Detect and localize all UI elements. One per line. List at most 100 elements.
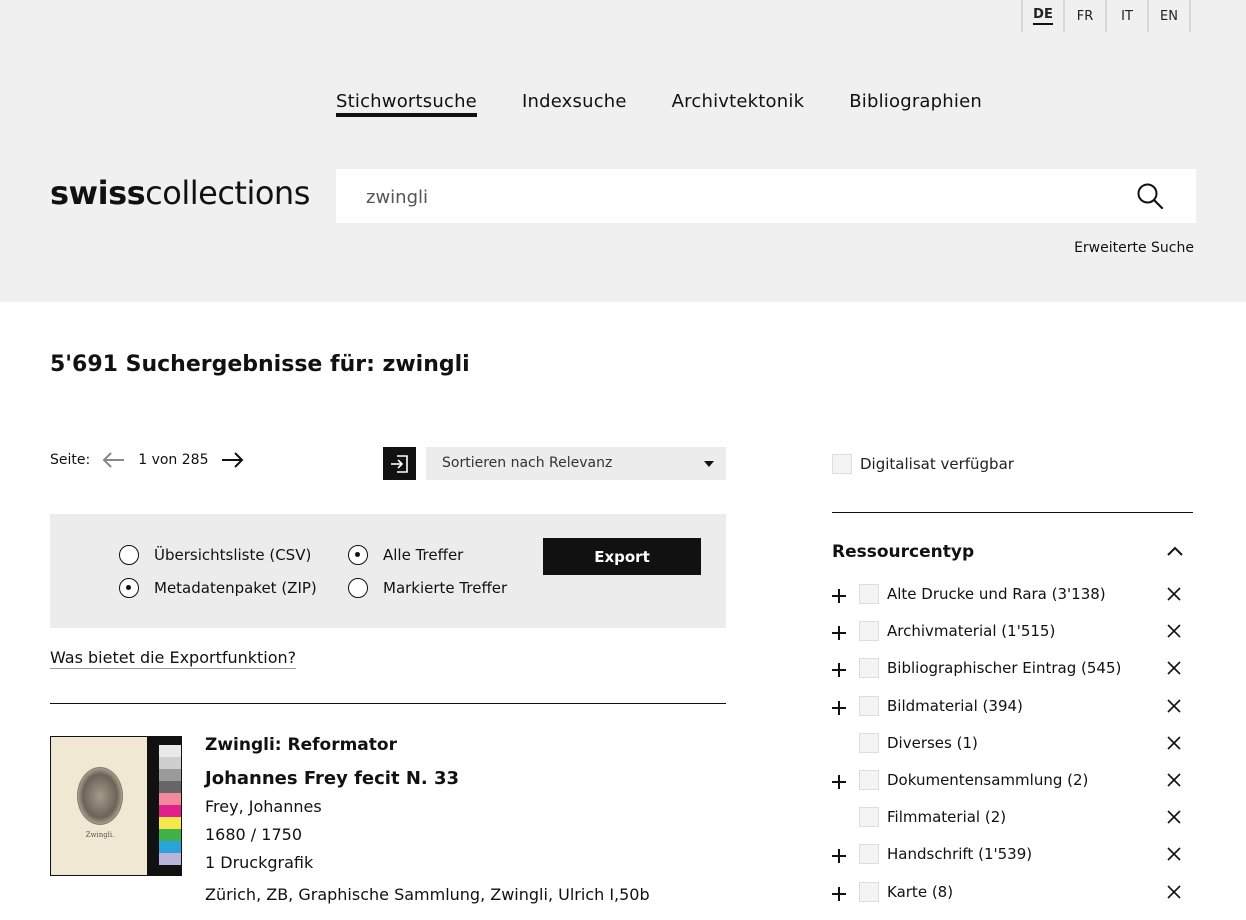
facet-label-text: Handschrift bbox=[887, 845, 974, 864]
facet-item[interactable]: Bibliographischer Eintrag (545) bbox=[830, 652, 1193, 689]
site-logo[interactable]: swisscollections bbox=[50, 174, 310, 212]
export-option-csv[interactable]: Übersichtsliste (CSV) bbox=[119, 545, 311, 565]
export-toggle-button[interactable] bbox=[383, 447, 416, 480]
search-input[interactable] bbox=[366, 183, 1126, 211]
lang-en[interactable]: EN bbox=[1149, 0, 1191, 32]
facet-item[interactable]: Dokumentensammlung (2) bbox=[830, 764, 1193, 801]
facet-checkbox[interactable] bbox=[859, 844, 879, 865]
radio-csv[interactable] bbox=[119, 545, 139, 565]
facet-checkbox[interactable] bbox=[859, 621, 879, 642]
result-author: Frey, Johannes bbox=[205, 797, 322, 816]
page-info: 1 von 285 bbox=[138, 452, 209, 468]
facet-label: Bildmaterial (394) bbox=[887, 697, 1023, 715]
close-icon[interactable] bbox=[1166, 809, 1182, 825]
facet-count: (394) bbox=[982, 696, 1023, 715]
nav-stichwortsuche[interactable]: Stichwortsuche bbox=[336, 91, 477, 117]
sort-select[interactable]: Sortieren nach Relevanz bbox=[426, 447, 726, 480]
result-title[interactable]: Zwingli: Reformator bbox=[205, 735, 650, 761]
export-help-link[interactable]: Was bietet die Exportfunktion? bbox=[50, 648, 297, 669]
facet-label: Bibliographischer Eintrag (545) bbox=[887, 659, 1121, 677]
chevron-down-icon bbox=[704, 461, 714, 467]
facet-checkbox[interactable] bbox=[859, 881, 879, 902]
nav-archivtektonik[interactable]: Archivtektonik bbox=[672, 91, 805, 117]
lang-fr[interactable]: FR bbox=[1065, 0, 1107, 32]
result-thumbnail[interactable]: Zwingli. bbox=[50, 736, 182, 876]
facet-label-text: Bibliographischer Eintrag bbox=[887, 659, 1077, 678]
facet-count: (3'138) bbox=[1051, 585, 1106, 603]
next-page-icon[interactable] bbox=[220, 452, 244, 468]
site-header: DE FR IT EN Stichwortsuche Indexsuche Ar… bbox=[0, 0, 1246, 302]
facet-count: (1'539) bbox=[978, 845, 1033, 864]
facet-item[interactable]: Alte Drucke und Rara (3'138) bbox=[830, 578, 1193, 615]
result-extent: 1 Druckgrafik bbox=[205, 853, 314, 872]
plus-icon[interactable] bbox=[830, 885, 848, 903]
close-icon[interactable] bbox=[1166, 698, 1182, 714]
nav-indexsuche[interactable]: Indexsuche bbox=[522, 91, 627, 117]
export-option-zip[interactable]: Metadatenpaket (ZIP) bbox=[119, 578, 317, 598]
facet-item[interactable]: Diverses (1) bbox=[830, 727, 1193, 764]
radio-all[interactable] bbox=[348, 545, 368, 565]
digital-available-checkbox[interactable] bbox=[832, 454, 852, 474]
portrait-image bbox=[77, 767, 123, 825]
facet-item[interactable]: Karte (8) bbox=[830, 876, 1193, 913]
facet-item[interactable]: Filmmaterial (2) bbox=[830, 801, 1193, 838]
facet-label-text: Bildmaterial bbox=[887, 696, 978, 715]
result-date: 1680 / 1750 bbox=[205, 825, 302, 844]
facet-checkbox[interactable] bbox=[859, 584, 879, 604]
pagination: Seite: 1 von 285 bbox=[50, 452, 256, 468]
close-icon[interactable] bbox=[1166, 735, 1182, 751]
facet-label: Diverses (1) bbox=[887, 734, 978, 752]
facet-label-text: Diverses bbox=[887, 733, 952, 752]
result-subtitle[interactable]: Johannes Frey fecit N. 33 bbox=[205, 761, 650, 793]
facet-label-text: Archivmaterial bbox=[887, 622, 997, 641]
facet-count: (2) bbox=[1067, 770, 1089, 789]
radio-zip[interactable] bbox=[119, 578, 139, 598]
lang-it[interactable]: IT bbox=[1107, 0, 1149, 32]
facet-label: Handschrift (1'539) bbox=[887, 845, 1032, 863]
close-icon[interactable] bbox=[1166, 884, 1182, 900]
export-button[interactable]: Export bbox=[543, 538, 701, 575]
facet-label-text: Filmmaterial bbox=[887, 808, 981, 827]
facet-checkbox[interactable] bbox=[859, 769, 879, 790]
plus-icon[interactable] bbox=[830, 773, 848, 791]
export-scope-all[interactable]: Alle Treffer bbox=[348, 545, 463, 565]
facet-checkbox[interactable] bbox=[859, 732, 879, 753]
facet-item[interactable]: Bildmaterial (394) bbox=[830, 690, 1193, 727]
facet-label: Archivmaterial (1'515) bbox=[887, 622, 1055, 640]
filter-divider bbox=[832, 512, 1193, 513]
export-icon bbox=[390, 454, 408, 473]
facet-label-text: Alte Drucke und Rara bbox=[887, 585, 1047, 603]
result-item: Zwingli: Reformator Johannes Frey fecit … bbox=[205, 735, 650, 904]
facet-item[interactable]: Archivmaterial (1'515) bbox=[830, 615, 1193, 652]
facet-count: (1) bbox=[956, 733, 978, 752]
language-switcher: DE FR IT EN bbox=[1021, 0, 1191, 32]
facet-count: (8) bbox=[931, 882, 954, 901]
lang-de[interactable]: DE bbox=[1023, 0, 1065, 32]
facet-title[interactable]: Ressourcentyp bbox=[832, 542, 974, 562]
facet-count: (2) bbox=[984, 808, 1007, 827]
color-calibration-strip bbox=[147, 737, 181, 875]
plus-icon[interactable] bbox=[830, 847, 848, 865]
plus-icon[interactable] bbox=[830, 699, 848, 717]
export-scope-marked[interactable]: Markierte Treffer bbox=[348, 578, 507, 598]
facet-checkbox[interactable] bbox=[859, 695, 879, 716]
plus-icon[interactable] bbox=[830, 624, 848, 642]
chevron-up-icon[interactable] bbox=[1166, 545, 1184, 557]
close-icon[interactable] bbox=[1166, 586, 1182, 602]
advanced-search-link[interactable]: Erweiterte Suche bbox=[1074, 240, 1194, 256]
facet-checkbox[interactable] bbox=[859, 658, 879, 679]
plus-icon[interactable] bbox=[830, 587, 848, 605]
facet-checkbox[interactable] bbox=[859, 807, 879, 828]
close-icon[interactable] bbox=[1166, 846, 1182, 862]
close-icon[interactable] bbox=[1166, 772, 1182, 788]
facet-item[interactable]: Handschrift (1'539) bbox=[830, 838, 1193, 875]
close-icon[interactable] bbox=[1166, 660, 1182, 676]
nav-bibliographien[interactable]: Bibliographien bbox=[849, 91, 982, 117]
search-icon[interactable] bbox=[1136, 182, 1164, 210]
prev-page-icon[interactable] bbox=[102, 452, 126, 468]
plus-icon[interactable] bbox=[830, 661, 848, 679]
divider bbox=[50, 703, 726, 704]
close-icon[interactable] bbox=[1166, 623, 1182, 639]
radio-marked[interactable] bbox=[348, 578, 368, 598]
digital-available-filter[interactable]: Digitalisat verfügbar bbox=[832, 454, 1014, 474]
